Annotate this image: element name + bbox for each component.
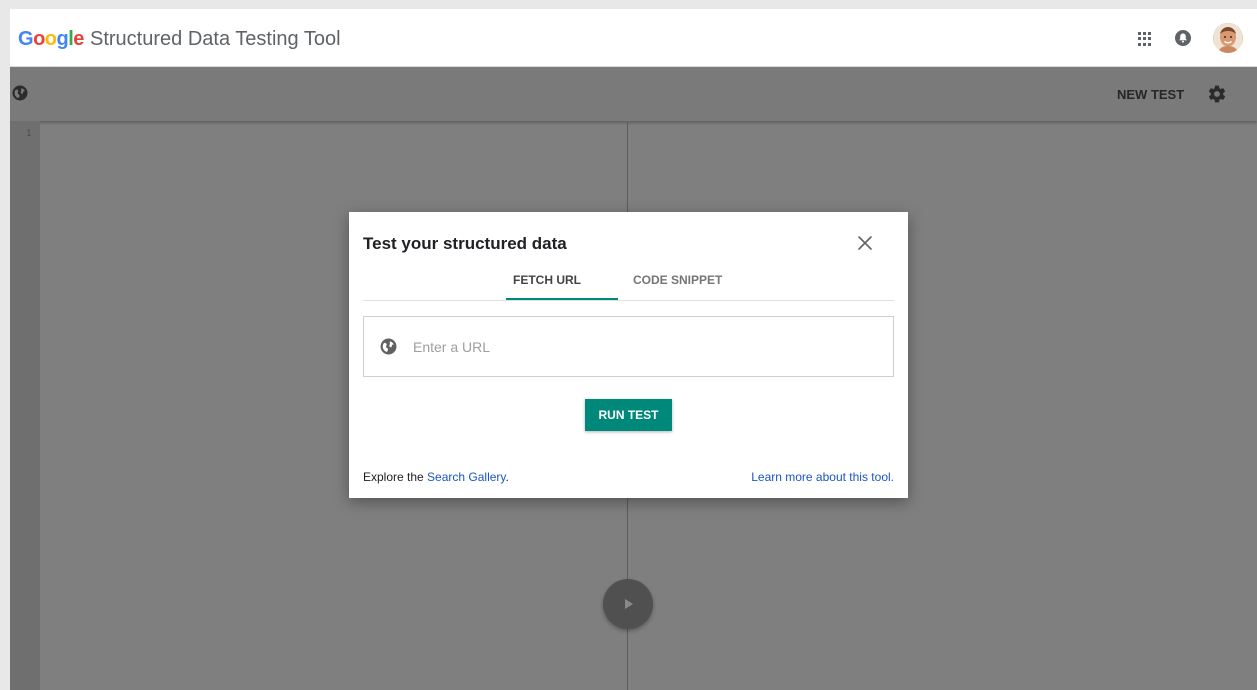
new-test-button[interactable]: NEW TEST — [1117, 87, 1184, 102]
google-logo[interactable]: Google — [18, 27, 84, 51]
active-tab-indicator — [506, 298, 618, 300]
apps-grid-dot — [1148, 37, 1151, 41]
logo-letter: G — [18, 28, 34, 50]
app-title: Structured Data Testing Tool — [90, 28, 341, 50]
explore-suffix: . — [505, 470, 509, 484]
url-field-container[interactable] — [363, 316, 894, 377]
toolbar: NEW TEST — [10, 67, 1257, 121]
explore-prefix: Explore the — [363, 470, 428, 484]
learn-more-link[interactable]: Learn more about this tool. — [751, 470, 894, 484]
apps-grid-icon[interactable] — [1138, 32, 1152, 46]
editor-gutter — [10, 121, 40, 690]
close-icon[interactable] — [856, 234, 874, 252]
play-icon — [625, 599, 633, 609]
gear-icon[interactable] — [1207, 84, 1227, 104]
notifications-icon[interactable] — [1174, 29, 1192, 47]
apps-grid-dot — [1143, 32, 1146, 35]
globe-icon[interactable] — [12, 85, 28, 101]
run-validation-button[interactable] — [603, 579, 653, 629]
apps-grid-dot — [1148, 42, 1151, 46]
run-test-button[interactable]: RUN TEST — [585, 399, 672, 431]
explore-text: Explore the Search Gallery. — [363, 470, 509, 484]
apps-grid-dot — [1143, 37, 1146, 41]
logo-letter: g — [56, 28, 69, 50]
globe-icon — [380, 338, 397, 355]
tab-code-snippet[interactable]: CODE SNIPPET — [633, 273, 722, 287]
app-bar: Google Structured Data Testing Tool — [10, 9, 1257, 67]
logo-letter: o — [33, 28, 45, 50]
dialog-title: Test your structured data — [363, 234, 567, 253]
line-number: 1 — [26, 129, 32, 139]
tab-fetch-url[interactable]: FETCH URL — [513, 273, 581, 287]
apps-grid-dot — [1138, 32, 1141, 35]
logo-letter: o — [44, 28, 57, 50]
app-window: Google Structured Data Testing Tool NEW … — [10, 9, 1257, 690]
url-input[interactable] — [413, 336, 873, 358]
apps-grid-dot — [1138, 42, 1141, 46]
search-gallery-link[interactable]: Search Gallery — [427, 470, 505, 484]
logo-letter: e — [73, 28, 84, 50]
apps-grid-dot — [1138, 37, 1141, 41]
apps-grid-dot — [1143, 42, 1146, 46]
dialog-tabs: FETCH URL CODE SNIPPET — [363, 264, 894, 301]
test-dialog: Test your structured data FETCH URL CODE… — [349, 212, 908, 498]
apps-grid-dot — [1148, 32, 1151, 35]
user-avatar[interactable] — [1213, 23, 1243, 53]
avatar-face-icon — [1213, 23, 1243, 53]
